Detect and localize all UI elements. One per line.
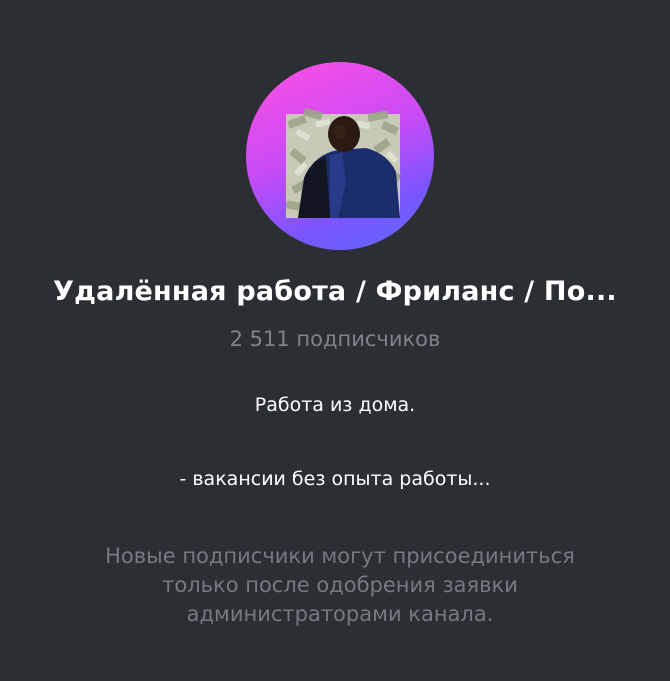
notice-line-3: администраторами канала. (186, 602, 494, 626)
join-request-notice: Новые подписчики могут присоединиться то… (40, 542, 640, 629)
channel-info-panel: Удалённая работа / Фриланс / По... 2 511… (0, 0, 670, 681)
subscriber-count: 2 511 подписчиков (229, 327, 441, 351)
description-line-2: - вакансии без опыта работы... (179, 468, 491, 490)
notice-line-1: Новые подписчики могут присоединиться (105, 544, 575, 568)
channel-avatar[interactable] (246, 62, 434, 250)
avatar-image (285, 107, 401, 218)
description-line-1: Работа из дома. (254, 394, 416, 416)
channel-title[interactable]: Удалённая работа / Фриланс / По... (0, 276, 670, 307)
notice-line-2: только после одобрения заявки (162, 573, 518, 597)
